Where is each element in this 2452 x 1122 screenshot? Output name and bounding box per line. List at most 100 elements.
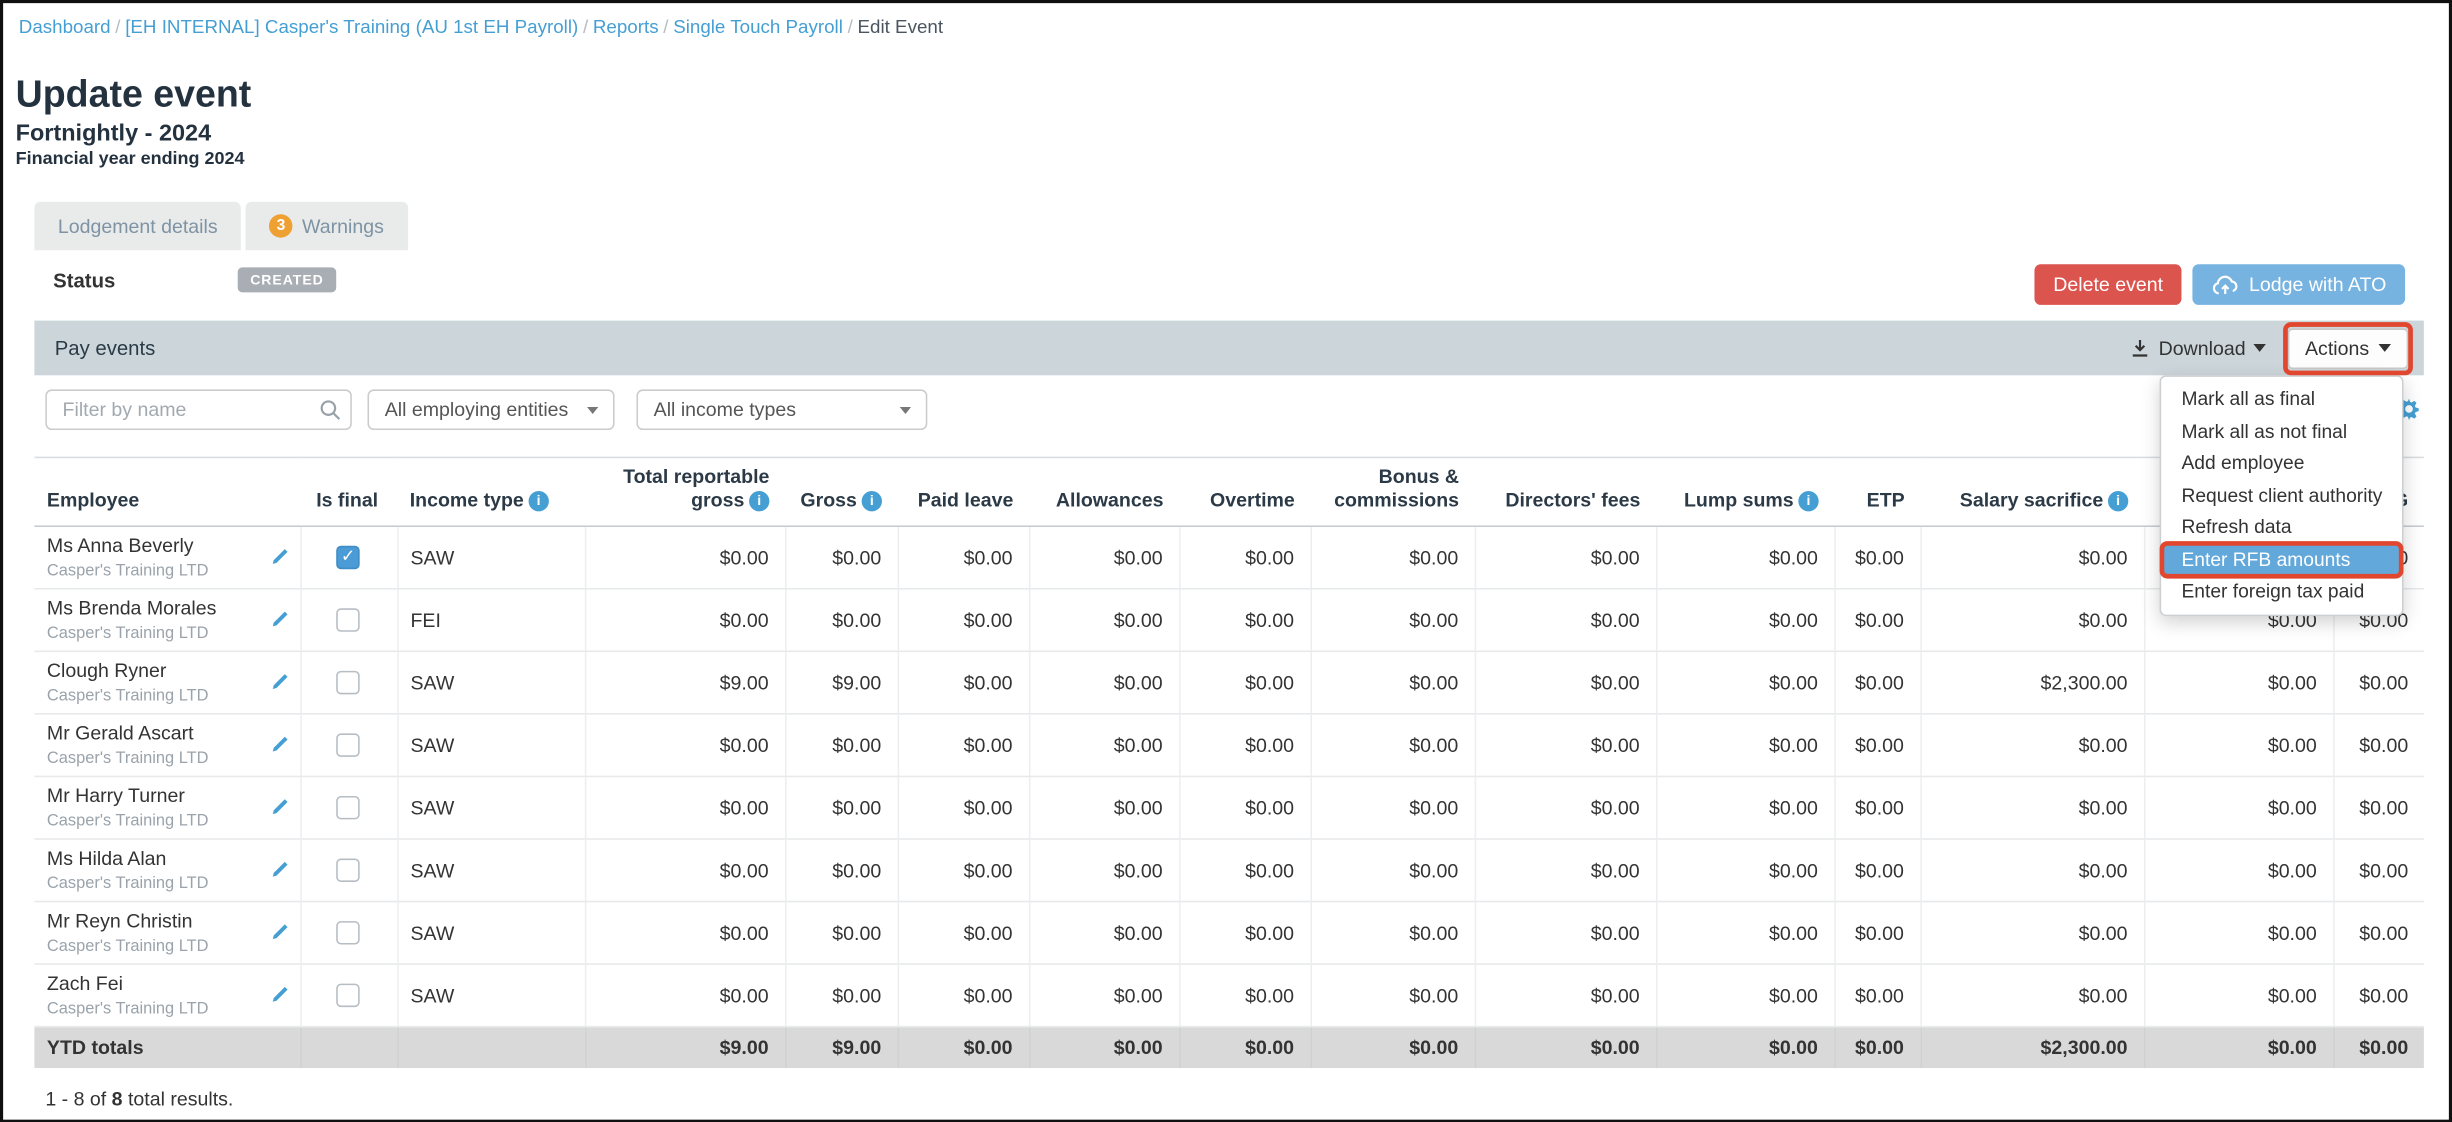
amount-cell: $0.00 (2144, 902, 2333, 965)
edit-employee-icon[interactable] (268, 985, 288, 1005)
ytd-totals-row: YTD totals$9.00$9.00$0.00$0.00$0.00$0.00… (34, 1027, 2423, 1068)
amount-cell: $0.00 (585, 714, 785, 777)
tab-warnings[interactable]: 3Warnings (246, 202, 408, 250)
download-button-label: Download (2159, 337, 2246, 359)
menu-item-refresh-data[interactable]: Refresh data (2161, 511, 2402, 543)
employee-row: Ms Anna BeverlyCasper's Training LTDSAW$… (34, 526, 2423, 589)
search-box (45, 389, 352, 430)
employee-company: Casper's Training LTD (47, 561, 284, 581)
is-final-cell (300, 526, 397, 589)
tab-label: Lodgement details (58, 215, 218, 237)
employee-row: Mr Reyn ChristinCasper's Training LTDSAW… (34, 902, 2423, 965)
event-actions: Delete event Lodge with ATO (2034, 264, 2405, 305)
edit-employee-icon[interactable] (268, 735, 288, 755)
tabs: Lodgement details 3Warnings (34, 202, 407, 250)
employee-cell: Zach FeiCasper's Training LTD (34, 964, 300, 1027)
info-icon[interactable] (862, 491, 882, 511)
breadcrumb-dashboard[interactable]: Dashboard (19, 16, 111, 38)
breadcrumb-reports[interactable]: Reports (593, 16, 659, 38)
employee-name: Ms Anna Beverly (47, 534, 284, 557)
amount-cell: $0.00 (2144, 714, 2333, 777)
status-row: Status CREATED (53, 267, 336, 292)
is-final-checkbox[interactable] (335, 608, 358, 631)
amount-cell: $0.00 (1475, 776, 1656, 839)
amount-cell: $0.00 (2144, 964, 2333, 1027)
filter-by-name-input[interactable] (45, 389, 352, 430)
download-button[interactable]: Download (2121, 329, 2275, 367)
amount-cell: $0.00 (898, 714, 1029, 777)
is-final-checkbox[interactable] (335, 984, 358, 1007)
income-types-value: All income types (654, 399, 796, 421)
download-icon (2130, 338, 2150, 358)
menu-item-enter-foreign-tax-paid[interactable]: Enter foreign tax paid (2161, 575, 2402, 607)
info-icon[interactable] (1798, 491, 1818, 511)
is-final-checkbox[interactable] (335, 796, 358, 819)
amount-cell: $0.00 (1475, 526, 1656, 589)
amount-cell: $0.00 (1475, 902, 1656, 965)
amount-cell: $0.00 (785, 839, 898, 902)
is-final-checkbox[interactable] (335, 546, 358, 569)
income-type-cell: SAW (397, 839, 585, 902)
menu-item-add-employee[interactable]: Add employee (2161, 447, 2402, 479)
employee-company: Casper's Training LTD (47, 811, 284, 831)
column-label: Total reportable gross (623, 466, 769, 511)
employing-entities-select[interactable]: All employing entities (367, 389, 614, 430)
column-header-directors-fees: Directors' fees (1475, 457, 1656, 526)
is-final-checkbox[interactable] (335, 671, 358, 694)
amount-cell: $0.00 (785, 526, 898, 589)
amount-cell: $0.00 (1029, 526, 1179, 589)
delete-event-button[interactable]: Delete event (2034, 264, 2181, 305)
menu-item-enter-rfb-amounts[interactable]: Enter RFB amounts (2161, 543, 2402, 575)
warnings-count-badge: 3 (269, 214, 292, 237)
is-final-checkbox[interactable] (335, 734, 358, 757)
caret-down-icon (587, 406, 598, 413)
tab-lodgement-details[interactable]: Lodgement details (34, 202, 241, 250)
edit-employee-icon[interactable] (268, 610, 288, 630)
is-final-cell (300, 839, 397, 902)
amount-cell: $0.00 (1029, 651, 1179, 714)
is-final-checkbox[interactable] (335, 921, 358, 944)
edit-employee-icon[interactable] (268, 547, 288, 567)
total-amount-cell: $2,300.00 (1920, 1027, 2144, 1068)
employing-entities-value: All employing entities (385, 399, 569, 421)
amount-cell: $0.00 (2144, 651, 2333, 714)
employee-cell: Mr Reyn ChristinCasper's Training LTD (34, 902, 300, 965)
edit-employee-icon[interactable] (268, 923, 288, 943)
lodge-with-ato-button[interactable]: Lodge with ATO (2193, 264, 2405, 305)
menu-item-label: Refresh data (2181, 516, 2291, 538)
amount-cell: $0.00 (1920, 526, 2144, 589)
column-header-paid-leave: Paid leave (898, 457, 1029, 526)
total-amount-cell: $0.00 (1179, 1027, 1310, 1068)
edit-employee-icon[interactable] (268, 860, 288, 880)
is-final-cell (300, 776, 397, 839)
amount-cell: $0.00 (1475, 589, 1656, 652)
breadcrumb-single-touch-payroll[interactable]: Single Touch Payroll (673, 16, 843, 38)
breadcrumb-eh-internal-casper-s-training-au-1st-eh-[interactable]: [EH INTERNAL] Casper's Training (AU 1st … (125, 16, 578, 38)
info-icon[interactable] (2108, 491, 2128, 511)
actions-button[interactable]: Actions (2288, 328, 2408, 369)
amount-cell: $0.00 (1179, 714, 1310, 777)
amount-cell: $0.00 (1029, 776, 1179, 839)
menu-item-label: Request client authority (2181, 484, 2382, 506)
amount-cell: $0.00 (2333, 714, 2424, 777)
is-final-cell (300, 902, 397, 965)
menu-item-request-client-authority[interactable]: Request client authority (2161, 479, 2402, 511)
actions-dropdown-menu: Mark all as finalMark all as not finalAd… (2160, 375, 2404, 615)
amount-cell: $0.00 (2333, 839, 2424, 902)
amount-cell: $0.00 (585, 589, 785, 652)
menu-item-mark-all-as-not-final[interactable]: Mark all as not final (2161, 415, 2402, 447)
menu-item-mark-all-as-final[interactable]: Mark all as final (2161, 383, 2402, 415)
amount-cell: $0.00 (1834, 714, 1920, 777)
info-icon[interactable] (528, 491, 548, 511)
amount-cell: $0.00 (1834, 964, 1920, 1027)
income-types-select[interactable]: All income types (636, 389, 927, 430)
is-final-checkbox[interactable] (335, 859, 358, 882)
employee-name: Ms Brenda Morales (47, 597, 284, 620)
edit-employee-icon[interactable] (268, 798, 288, 818)
amount-cell: $0.00 (898, 964, 1029, 1027)
amount-cell: $0.00 (585, 964, 785, 1027)
edit-employee-icon[interactable] (268, 672, 288, 692)
amount-cell: $0.00 (1656, 589, 1834, 652)
info-icon[interactable] (749, 491, 769, 511)
amount-cell: $0.00 (2333, 651, 2424, 714)
